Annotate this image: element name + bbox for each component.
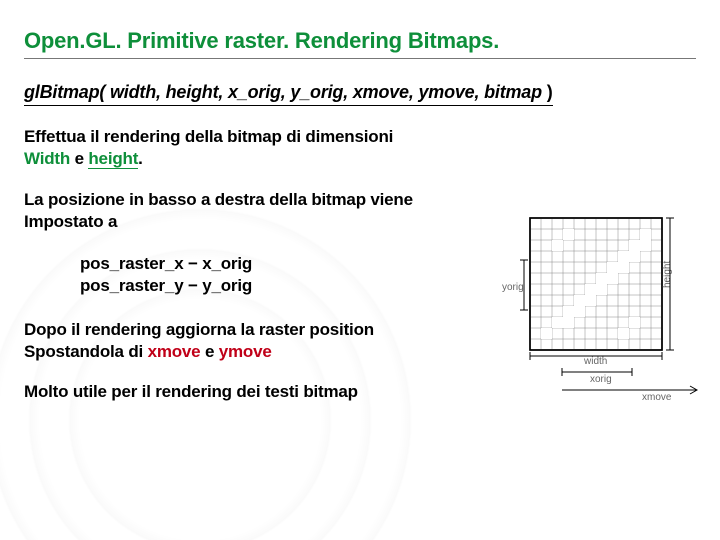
p2-l2: Impostato a — [24, 212, 117, 231]
p3-l2a: Spostandola di — [24, 342, 148, 361]
p3-ymove: ymove — [219, 342, 272, 361]
function-signature: glBitmap( width, height, x_orig, y_orig,… — [24, 81, 696, 106]
p3-e: e — [200, 342, 218, 361]
page-title: Open.GL. Primitive raster. Rendering Bit… — [24, 28, 696, 54]
formula-l2: pos_raster_y − y_orig — [80, 276, 252, 295]
p1-text: Effettua il rendering della bitmap di di… — [24, 127, 393, 146]
diagram-label-xorig: xorig — [590, 374, 612, 385]
sig-close: ) — [542, 82, 553, 102]
p1-e: e — [70, 149, 88, 168]
p1-dot: . — [138, 149, 143, 168]
diagram-label-yorig: yorig — [502, 282, 524, 293]
p3-l1: Dopo il rendering aggiorna la raster pos… — [24, 320, 374, 339]
diagram-label-width: width — [583, 356, 607, 367]
sig-func: glBitmap( — [24, 82, 105, 102]
paragraph-1: Effettua il rendering della bitmap di di… — [24, 126, 696, 170]
formula-l1: pos_raster_x − x_orig — [80, 254, 252, 273]
p2-l1: La posizione in basso a destra della bit… — [24, 190, 413, 209]
sig-args: width, height, x_orig, y_orig, xmove, ym… — [105, 82, 542, 102]
bitmap-diagram: yorig width xorig xmove height — [502, 210, 712, 420]
p1-height: height — [88, 149, 138, 169]
p1-width: Width — [24, 149, 70, 168]
diagram-label-height: height — [662, 261, 673, 288]
diagram-label-xmove: xmove — [642, 392, 672, 403]
p3-xmove: xmove — [148, 342, 201, 361]
title-underline — [24, 58, 696, 59]
